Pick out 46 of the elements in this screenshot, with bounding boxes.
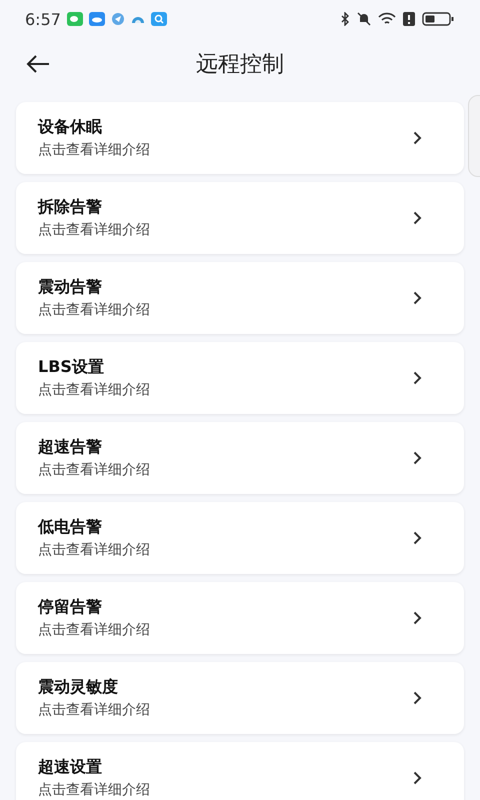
- chevron-right-icon: [413, 611, 422, 625]
- chevron-right-icon: [413, 771, 422, 785]
- item-title: 震动告警: [38, 277, 103, 298]
- status-time: 6:57: [25, 10, 61, 28]
- settings-card[interactable]: 震动灵敏度 点击查看详细介绍: [16, 662, 464, 734]
- item-subtitle: 点击查看详细介绍: [38, 141, 151, 159]
- wifi-icon: [378, 12, 396, 26]
- settings-card[interactable]: 超速设置 点击查看详细介绍: [16, 742, 464, 800]
- chevron-right-icon: [413, 691, 422, 705]
- item-subtitle: 点击查看详细介绍: [38, 301, 151, 319]
- chevron-right-icon: [413, 451, 422, 465]
- item-subtitle: 点击查看详细介绍: [38, 701, 151, 719]
- item-subtitle: 点击查看详细介绍: [38, 781, 151, 799]
- item-subtitle: 点击查看详细介绍: [38, 621, 151, 639]
- bluetooth-icon: [341, 12, 350, 26]
- send-app-icon: [110, 12, 125, 26]
- settings-card[interactable]: LBS设置 点击查看详细介绍: [16, 342, 464, 414]
- item-title: 超速告警: [38, 437, 103, 458]
- item-subtitle: 点击查看详细介绍: [38, 461, 151, 479]
- settings-card[interactable]: 震动告警 点击查看详细介绍: [16, 262, 464, 334]
- chevron-right-icon: [413, 131, 422, 145]
- item-subtitle: 点击查看详细介绍: [38, 221, 151, 239]
- settings-card[interactable]: 拆除告警 点击查看详细介绍: [16, 182, 464, 254]
- settings-card[interactable]: 低电告警 点击查看详细介绍: [16, 502, 464, 574]
- item-title: 拆除告警: [38, 197, 103, 218]
- alert-icon: [403, 12, 415, 26]
- item-title: 低电告警: [38, 517, 103, 538]
- settings-card[interactable]: 超速告警 点击查看详细介绍: [16, 422, 464, 494]
- item-title: 震动灵敏度: [38, 677, 119, 698]
- item-title: 设备休眠: [38, 117, 103, 138]
- settings-card[interactable]: 设备休眠 点击查看详细介绍: [16, 102, 464, 174]
- muted-bell-icon: [357, 12, 371, 26]
- item-title: 超速设置: [38, 757, 103, 778]
- chevron-right-icon: [413, 371, 422, 385]
- chevron-right-icon: [413, 291, 422, 305]
- battery-icon: [422, 12, 454, 26]
- back-arrow-icon[interactable]: [26, 55, 50, 73]
- settings-card[interactable]: 停留告警 点击查看详细介绍: [16, 582, 464, 654]
- item-subtitle: 点击查看详细介绍: [38, 541, 151, 559]
- chevron-right-icon: [413, 531, 422, 545]
- search-app-icon: [150, 12, 167, 26]
- chevron-right-icon: [413, 211, 422, 225]
- item-title: 停留告警: [38, 597, 103, 618]
- page-title: 远程控制: [196, 51, 284, 79]
- item-subtitle: 点击查看详细介绍: [38, 381, 151, 399]
- item-title: LBS设置: [38, 357, 105, 378]
